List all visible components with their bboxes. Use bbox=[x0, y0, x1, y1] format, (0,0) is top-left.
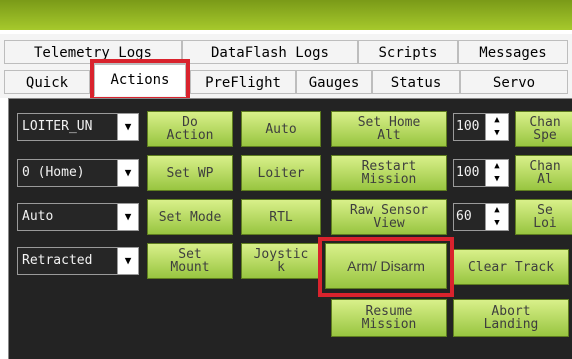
set-mode-button[interactable]: Set Mode bbox=[147, 199, 233, 235]
rtl-button[interactable]: RTL bbox=[241, 199, 321, 235]
alt-value: 100 bbox=[456, 165, 480, 180]
change-alt-button[interactable]: Chan Al bbox=[515, 155, 572, 191]
raw-sensor-view-button[interactable]: Raw Sensor View bbox=[331, 199, 447, 235]
spinner-arrows-icon[interactable]: ▲ ▼ bbox=[485, 114, 508, 140]
mount-mode-select[interactable]: Retracted ▼ bbox=[17, 247, 139, 275]
flight-mode-value: Auto bbox=[22, 209, 54, 224]
arm-disarm-highlight bbox=[318, 237, 454, 297]
tab-strip: Telemetry Logs DataFlash Logs Scripts Me… bbox=[0, 34, 572, 98]
change-speed-button[interactable]: Chan Spe bbox=[515, 111, 572, 147]
waypoint-value: 0 (Home) bbox=[22, 165, 85, 180]
tab-preflight[interactable]: PreFlight bbox=[190, 70, 296, 94]
abort-landing-button[interactable]: Abort Landing bbox=[453, 299, 569, 337]
chevron-down-icon[interactable]: ▼ bbox=[117, 160, 138, 186]
actions-tab-highlight bbox=[90, 59, 190, 101]
mount-mode-value: Retracted bbox=[22, 253, 93, 268]
set-home-alt-button[interactable]: Set Home Alt bbox=[331, 111, 447, 147]
auto-button[interactable]: Auto bbox=[241, 111, 321, 147]
tab-dataflash-logs[interactable]: DataFlash Logs bbox=[182, 40, 358, 64]
restart-mission-button[interactable]: Restart Mission bbox=[331, 155, 447, 191]
chevron-down-icon[interactable]: ▼ bbox=[117, 114, 138, 140]
set-loiter-button[interactable]: Se Loi bbox=[515, 199, 572, 235]
loiter-button[interactable]: Loiter bbox=[241, 155, 321, 191]
flight-mode-select[interactable]: Auto ▼ bbox=[17, 203, 139, 231]
speed-input[interactable]: 100 ▲ ▼ bbox=[453, 113, 509, 141]
do-action-button[interactable]: Do Action bbox=[147, 111, 233, 147]
tab-gauges[interactable]: Gauges bbox=[296, 70, 372, 94]
title-bar bbox=[0, 0, 572, 30]
actions-panel: LOITER_UN ▼ 0 (Home) ▼ Auto ▼ Retracted … bbox=[8, 98, 572, 359]
resume-mission-button[interactable]: Resume Mission bbox=[331, 299, 447, 337]
clear-track-button[interactable]: Clear Track bbox=[453, 249, 569, 285]
chevron-down-icon[interactable]: ▼ bbox=[117, 248, 138, 274]
alt-input[interactable]: 100 ▲ ▼ bbox=[453, 159, 509, 187]
set-wp-button[interactable]: Set WP bbox=[147, 155, 233, 191]
spinner-arrows-icon[interactable]: ▲ ▼ bbox=[485, 160, 508, 186]
tab-messages[interactable]: Messages bbox=[458, 40, 568, 64]
tab-quick[interactable]: Quick bbox=[4, 70, 90, 94]
chevron-down-icon[interactable]: ▼ bbox=[117, 204, 138, 230]
tab-scripts[interactable]: Scripts bbox=[358, 40, 458, 64]
joystick-button[interactable]: Joystic k bbox=[241, 243, 321, 279]
loiter-radius-input[interactable]: 60 ▲ ▼ bbox=[453, 203, 509, 231]
mav-command-select[interactable]: LOITER_UN ▼ bbox=[17, 113, 139, 141]
mav-command-value: LOITER_UN bbox=[22, 119, 93, 134]
set-mount-button[interactable]: Set Mount bbox=[147, 243, 233, 279]
loiter-radius-value: 60 bbox=[456, 209, 472, 224]
speed-value: 100 bbox=[456, 119, 480, 134]
spinner-arrows-icon[interactable]: ▲ ▼ bbox=[485, 204, 508, 230]
tab-servo[interactable]: Servo bbox=[460, 70, 568, 94]
waypoint-select[interactable]: 0 (Home) ▼ bbox=[17, 159, 139, 187]
tab-status[interactable]: Status bbox=[372, 70, 460, 94]
